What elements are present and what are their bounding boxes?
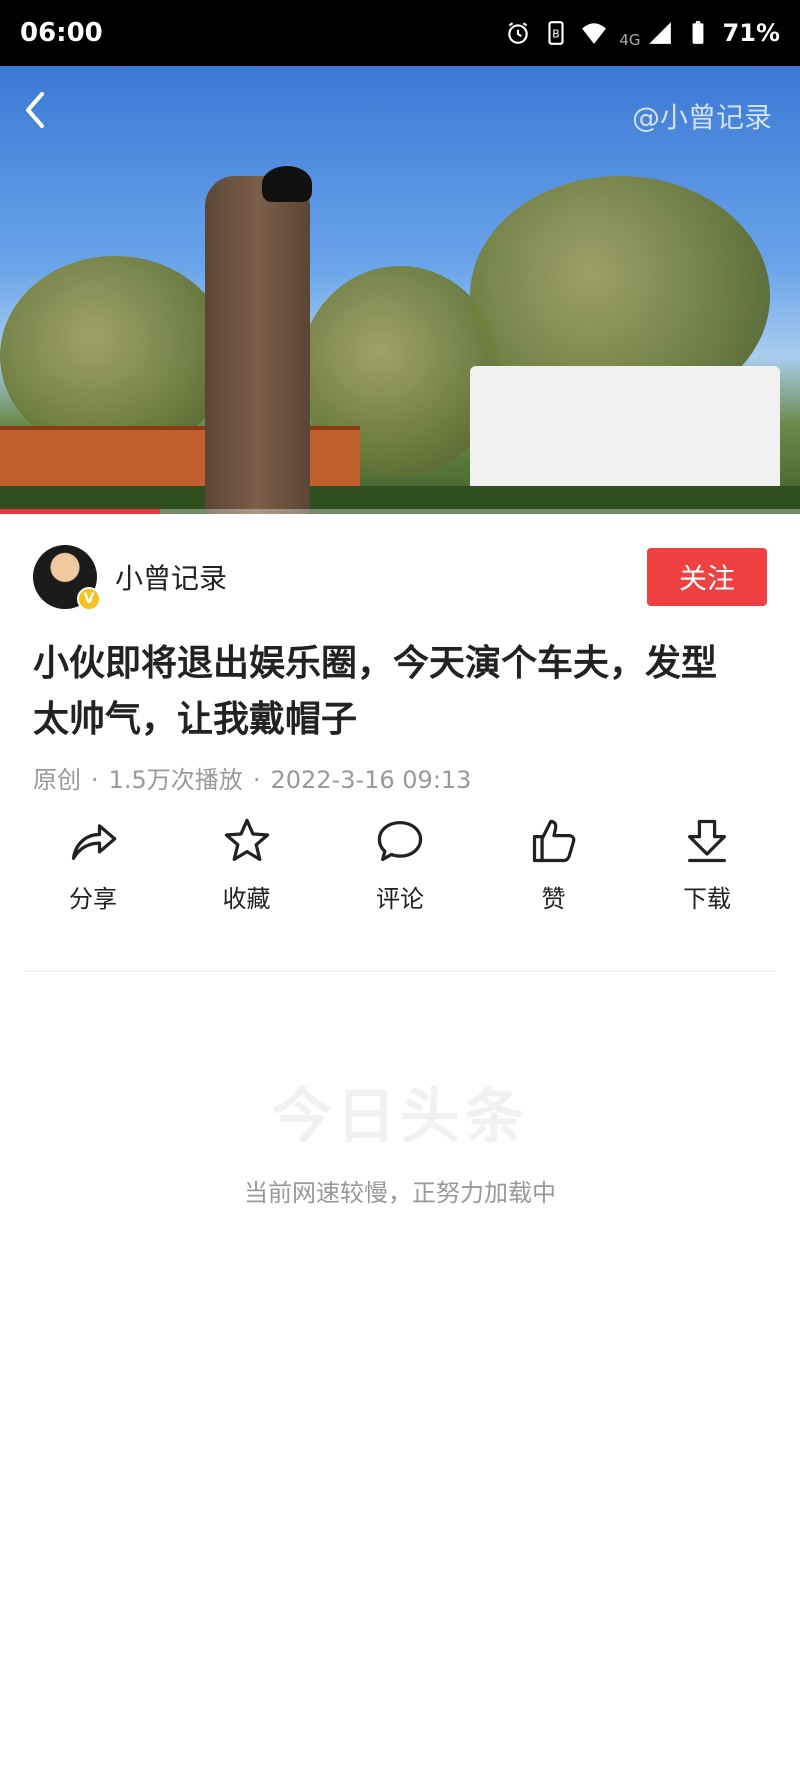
vibrate-icon: B xyxy=(548,21,564,45)
battery-level: 71% xyxy=(722,19,780,47)
video-progress-fill xyxy=(0,509,160,514)
like-button[interactable]: 赞 xyxy=(494,815,614,914)
article-title: 小伙即将退出娱乐圈，今天演个车夫，发型太帅气，让我戴帽子 xyxy=(33,643,718,740)
share-label: 分享 xyxy=(69,885,117,913)
verified-badge: V xyxy=(77,587,101,611)
back-button[interactable] xyxy=(20,90,60,134)
meta-plays: 1.5万次播放 xyxy=(108,766,243,794)
comment-icon xyxy=(377,820,423,862)
status-time: 06:00 xyxy=(20,18,103,48)
video-progress-bar[interactable] xyxy=(0,509,800,514)
share-button[interactable]: 分享 xyxy=(33,815,153,914)
truck xyxy=(470,366,780,506)
download-button[interactable]: 下载 xyxy=(647,815,767,914)
share-icon xyxy=(71,824,117,860)
download-label: 下载 xyxy=(683,885,731,913)
video-watermark: @小曾记录 xyxy=(631,101,772,134)
meta-separator: · xyxy=(252,766,261,794)
like-label: 赞 xyxy=(541,885,566,913)
chevron-left-icon xyxy=(26,92,44,128)
section-divider xyxy=(24,970,776,972)
status-icons: B 4G 71% xyxy=(505,17,780,49)
wifi-icon xyxy=(582,23,607,44)
action-bar: 分享 收藏 评论 赞 下载 xyxy=(33,815,767,914)
battery-icon xyxy=(692,21,703,44)
loading-message: 当前网速较慢，正努力加载中 xyxy=(244,1179,556,1207)
status-bar: 06:00 B 4G 71% xyxy=(0,0,800,66)
favorite-label: 收藏 xyxy=(222,885,271,913)
favorite-button[interactable]: 收藏 xyxy=(187,815,307,914)
thumbs-up-icon xyxy=(532,819,575,863)
meta-date: 2022-3-16 09:13 xyxy=(270,766,472,794)
person-hat xyxy=(262,166,312,202)
article-meta: 原创 · 1.5万次播放 · 2022-3-16 09:13 xyxy=(33,760,471,795)
author-name[interactable]: 小曾记录 xyxy=(115,557,227,597)
download-icon xyxy=(688,819,726,863)
meta-original: 原创 xyxy=(33,766,81,794)
star-icon xyxy=(224,818,269,862)
comment-button[interactable]: 评论 xyxy=(340,815,460,914)
alarm-icon xyxy=(508,22,529,44)
follow-button[interactable]: 关注 xyxy=(647,548,767,606)
network-type: 4G xyxy=(619,31,641,49)
author-row: V 小曾记录 关注 xyxy=(33,545,767,611)
avatar[interactable]: V xyxy=(33,545,101,611)
toutiao-logo-placeholder: 今日头条 xyxy=(272,1082,528,1152)
person-figure xyxy=(205,176,310,514)
meta-separator: · xyxy=(91,766,99,794)
signal-icon xyxy=(648,22,671,44)
svg-text:B: B xyxy=(553,27,560,40)
comment-label: 评论 xyxy=(376,885,424,913)
video-player[interactable]: @小曾记录 xyxy=(0,66,800,514)
